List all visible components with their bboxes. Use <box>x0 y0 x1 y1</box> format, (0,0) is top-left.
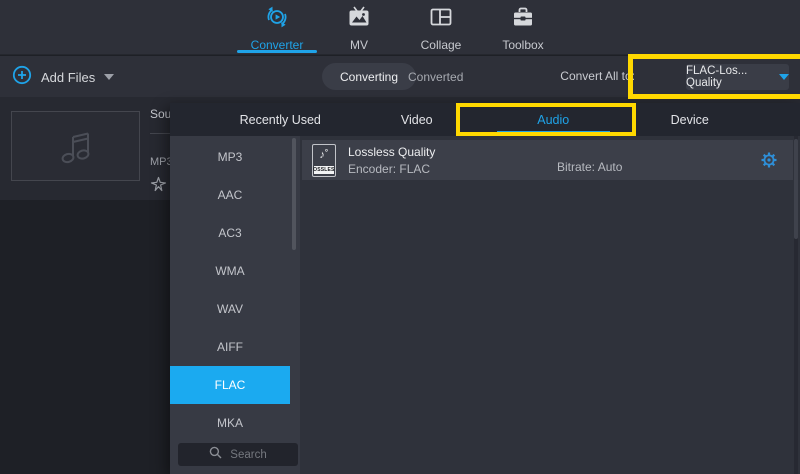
tab-converter[interactable]: Converter <box>237 0 317 55</box>
audio-thumbnail <box>11 111 140 181</box>
preset-list: ♪˚ LOSSLESS Lossless Quality Encoder: FL… <box>300 136 800 474</box>
tab-audio[interactable]: Audio <box>485 103 622 136</box>
tab-device[interactable]: Device <box>622 103 759 136</box>
preset-encoder: Encoder: FLAC <box>348 162 435 176</box>
add-files-button[interactable]: Add Files <box>12 63 114 91</box>
tab-video[interactable]: Video <box>349 103 486 136</box>
convert-all-label: Convert All to: <box>560 69 635 83</box>
tab-collage-label: Collage <box>421 38 462 52</box>
sidebar-item-mp3[interactable]: MP3 <box>170 138 290 176</box>
converted-label: Converted <box>408 70 463 84</box>
top-bar: Converter MV <box>0 0 800 55</box>
toolbox-icon <box>510 4 536 35</box>
preset-bitrate: Bitrate: Auto <box>557 160 622 174</box>
search-placeholder: Search <box>230 449 266 461</box>
chevron-down-icon <box>104 74 114 80</box>
sidebar-item-wma[interactable]: WMA <box>170 252 290 290</box>
device-label: Device <box>671 113 709 127</box>
sidebar-scrollbar[interactable] <box>292 138 296 250</box>
video-label: Video <box>401 113 433 127</box>
settings-gear-icon[interactable] <box>761 152 777 173</box>
tab-recently-used[interactable]: Recently Used <box>212 103 349 136</box>
lossless-badge: LOSSLESS <box>314 166 334 174</box>
sidebar-item-aiff[interactable]: AIFF <box>170 328 290 366</box>
search-icon <box>209 446 222 464</box>
preset-row-lossless[interactable]: ♪˚ LOSSLESS Lossless Quality Encoder: FL… <box>302 140 793 180</box>
add-files-label: Add Files <box>41 70 95 85</box>
music-note-icon <box>52 124 100 168</box>
mv-icon <box>346 4 372 35</box>
tab-toolbox[interactable]: Toolbox <box>483 0 563 55</box>
format-category-tabs: Recently Used Video Audio Device <box>170 103 800 136</box>
add-plus-icon <box>12 65 32 90</box>
tab-mv-label: MV <box>350 38 368 52</box>
app-window: Converter MV <box>0 0 800 474</box>
format-sidebar: MP3 AAC AC3 WMA WAV AIFF FLAC MKA Search <box>170 136 300 474</box>
sidebar-item-wav[interactable]: WAV <box>170 290 290 328</box>
preset-texts: Lossless Quality Encoder: FLAC <box>348 145 435 176</box>
converting-label: Converting <box>340 70 398 84</box>
toolbar: Add Files Converting Converted Convert A… <box>0 56 800 97</box>
lossless-format-icon: ♪˚ LOSSLESS <box>312 144 336 177</box>
active-tab-underline <box>237 50 317 53</box>
chevron-down-icon <box>779 74 789 80</box>
preset-list-scrollbar[interactable] <box>794 136 798 474</box>
sidebar-item-ac3[interactable]: AC3 <box>170 214 290 252</box>
tab-converting[interactable]: Converting <box>322 63 416 90</box>
tab-collage[interactable]: Collage <box>401 0 481 55</box>
divider <box>150 133 172 134</box>
tab-toolbox-label: Toolbox <box>502 38 543 52</box>
music-note-icon: ♪˚ <box>319 145 328 166</box>
sidebar-item-mka[interactable]: MKA <box>170 404 290 442</box>
convert-all-dropdown[interactable]: FLAC-Los... Quality <box>686 64 789 90</box>
collage-icon <box>428 4 454 35</box>
sidebar-item-flac[interactable]: FLAC <box>170 366 290 404</box>
top-nav: Converter MV <box>0 0 800 55</box>
convert-all-value: FLAC-Los... Quality <box>686 65 773 89</box>
audio-label: Audio <box>537 113 569 127</box>
tab-mv[interactable]: MV <box>319 0 399 55</box>
sidebar-item-aac[interactable]: AAC <box>170 176 290 214</box>
search-input[interactable]: Search <box>178 443 298 466</box>
format-picker-popup: Recently Used Video Audio Device MP3 AAC… <box>170 103 800 474</box>
audio-tab-underline <box>497 131 610 134</box>
tab-converted[interactable]: Converted <box>408 63 463 90</box>
preset-title: Lossless Quality <box>348 145 435 159</box>
converter-icon <box>264 4 290 35</box>
recently-used-label: Recently Used <box>240 113 321 127</box>
